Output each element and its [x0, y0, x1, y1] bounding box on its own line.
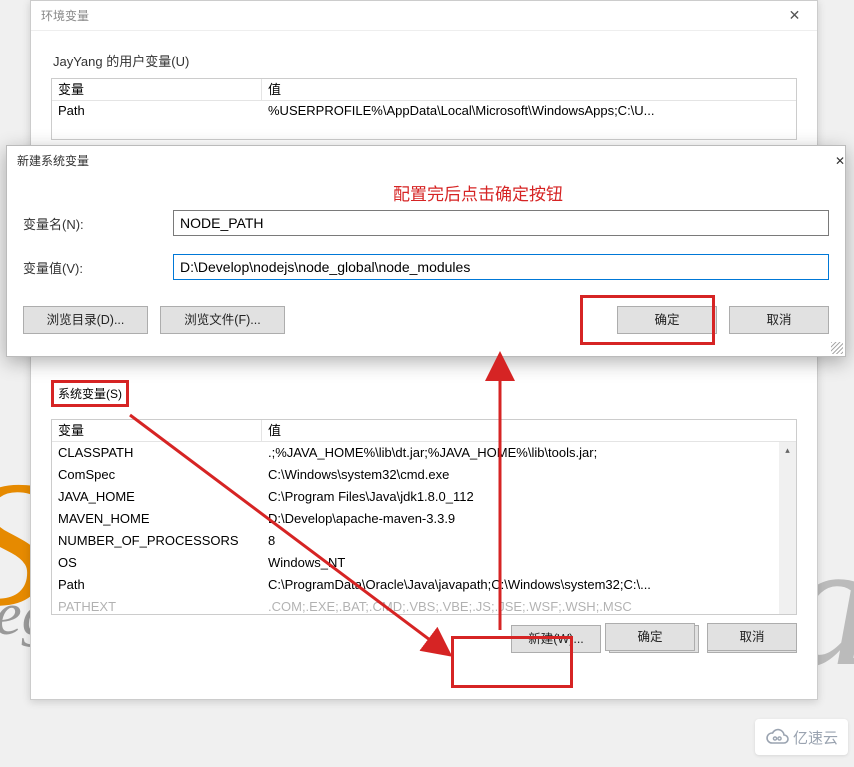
var-name-label: 变量名(N): — [23, 214, 173, 233]
table-row[interactable]: JAVA_HOMEC:\Program Files\Java\jdk1.8.0_… — [52, 486, 796, 508]
new-dialog-title: 新建系统变量 — [17, 146, 89, 176]
sys-col-value[interactable]: 值 — [262, 420, 796, 441]
watermark-logo: 亿速云 — [755, 719, 848, 755]
new-sysvar-button[interactable]: 新建(W)... — [511, 625, 601, 653]
env-dialog-titlebar: 环境变量 ✕ — [31, 1, 817, 31]
scrollbar[interactable]: ▴ — [779, 442, 796, 614]
new-dialog-titlebar: 新建系统变量 ✕ — [7, 146, 845, 176]
new-system-variable-dialog: 新建系统变量 ✕ 配置完后点击确定按钮 变量名(N): 变量值(V): 浏览目录… — [6, 145, 846, 357]
var-value-label: 变量值(V): — [23, 258, 173, 277]
env-cancel-button[interactable]: 取消 — [707, 623, 797, 651]
table-row[interactable]: PathC:\ProgramData\Oracle\Java\javapath;… — [52, 574, 796, 596]
annotation-hint: 配置完后点击确定按钮 — [393, 180, 563, 205]
env-dialog-title: 环境变量 — [41, 1, 89, 31]
table-row[interactable]: MAVEN_HOMED:\Develop\apache-maven-3.3.9 — [52, 508, 796, 530]
new-cancel-button[interactable]: 取消 — [729, 306, 829, 334]
sys-col-variable[interactable]: 变量 — [52, 420, 262, 441]
close-icon[interactable]: ✕ — [835, 146, 845, 176]
table-row[interactable]: ComSpecC:\Windows\system32\cmd.exe — [52, 464, 796, 486]
browse-file-button[interactable]: 浏览文件(F)... — [160, 306, 285, 334]
table-row[interactable]: Path %USERPROFILE%\AppData\Local\Microso… — [52, 101, 796, 121]
table-row[interactable]: OSWindows_NT — [52, 552, 796, 574]
close-icon[interactable]: ✕ — [772, 1, 817, 31]
env-ok-button[interactable]: 确定 — [605, 623, 695, 651]
browse-dir-button[interactable]: 浏览目录(D)... — [23, 306, 148, 334]
scroll-up-icon[interactable]: ▴ — [779, 442, 796, 459]
system-vars-table[interactable]: 变量 值 CLASSPATH.;%JAVA_HOME%\lib\dt.jar;%… — [51, 419, 797, 615]
system-vars-label: 系统变量(S) — [51, 380, 129, 407]
var-value-input[interactable] — [173, 254, 829, 280]
user-vars-label: JayYang 的用户变量(U) — [53, 51, 797, 70]
resize-grip-icon[interactable] — [831, 342, 843, 354]
table-row[interactable]: PATHEXT.COM;.EXE;.BAT;.CMD;.VBS;.VBE;.JS… — [52, 596, 796, 615]
table-row[interactable]: CLASSPATH.;%JAVA_HOME%\lib\dt.jar;%JAVA_… — [52, 442, 796, 464]
table-row[interactable]: NUMBER_OF_PROCESSORS8 — [52, 530, 796, 552]
cloud-icon — [765, 725, 789, 749]
user-col-value[interactable]: 值 — [262, 79, 796, 100]
user-vars-table[interactable]: 变量 值 Path %USERPROFILE%\AppData\Local\Mi… — [51, 78, 797, 140]
user-col-variable[interactable]: 变量 — [52, 79, 262, 100]
watermark-text: 亿速云 — [793, 727, 838, 748]
new-ok-button[interactable]: 确定 — [617, 306, 717, 334]
var-name-input[interactable] — [173, 210, 829, 236]
